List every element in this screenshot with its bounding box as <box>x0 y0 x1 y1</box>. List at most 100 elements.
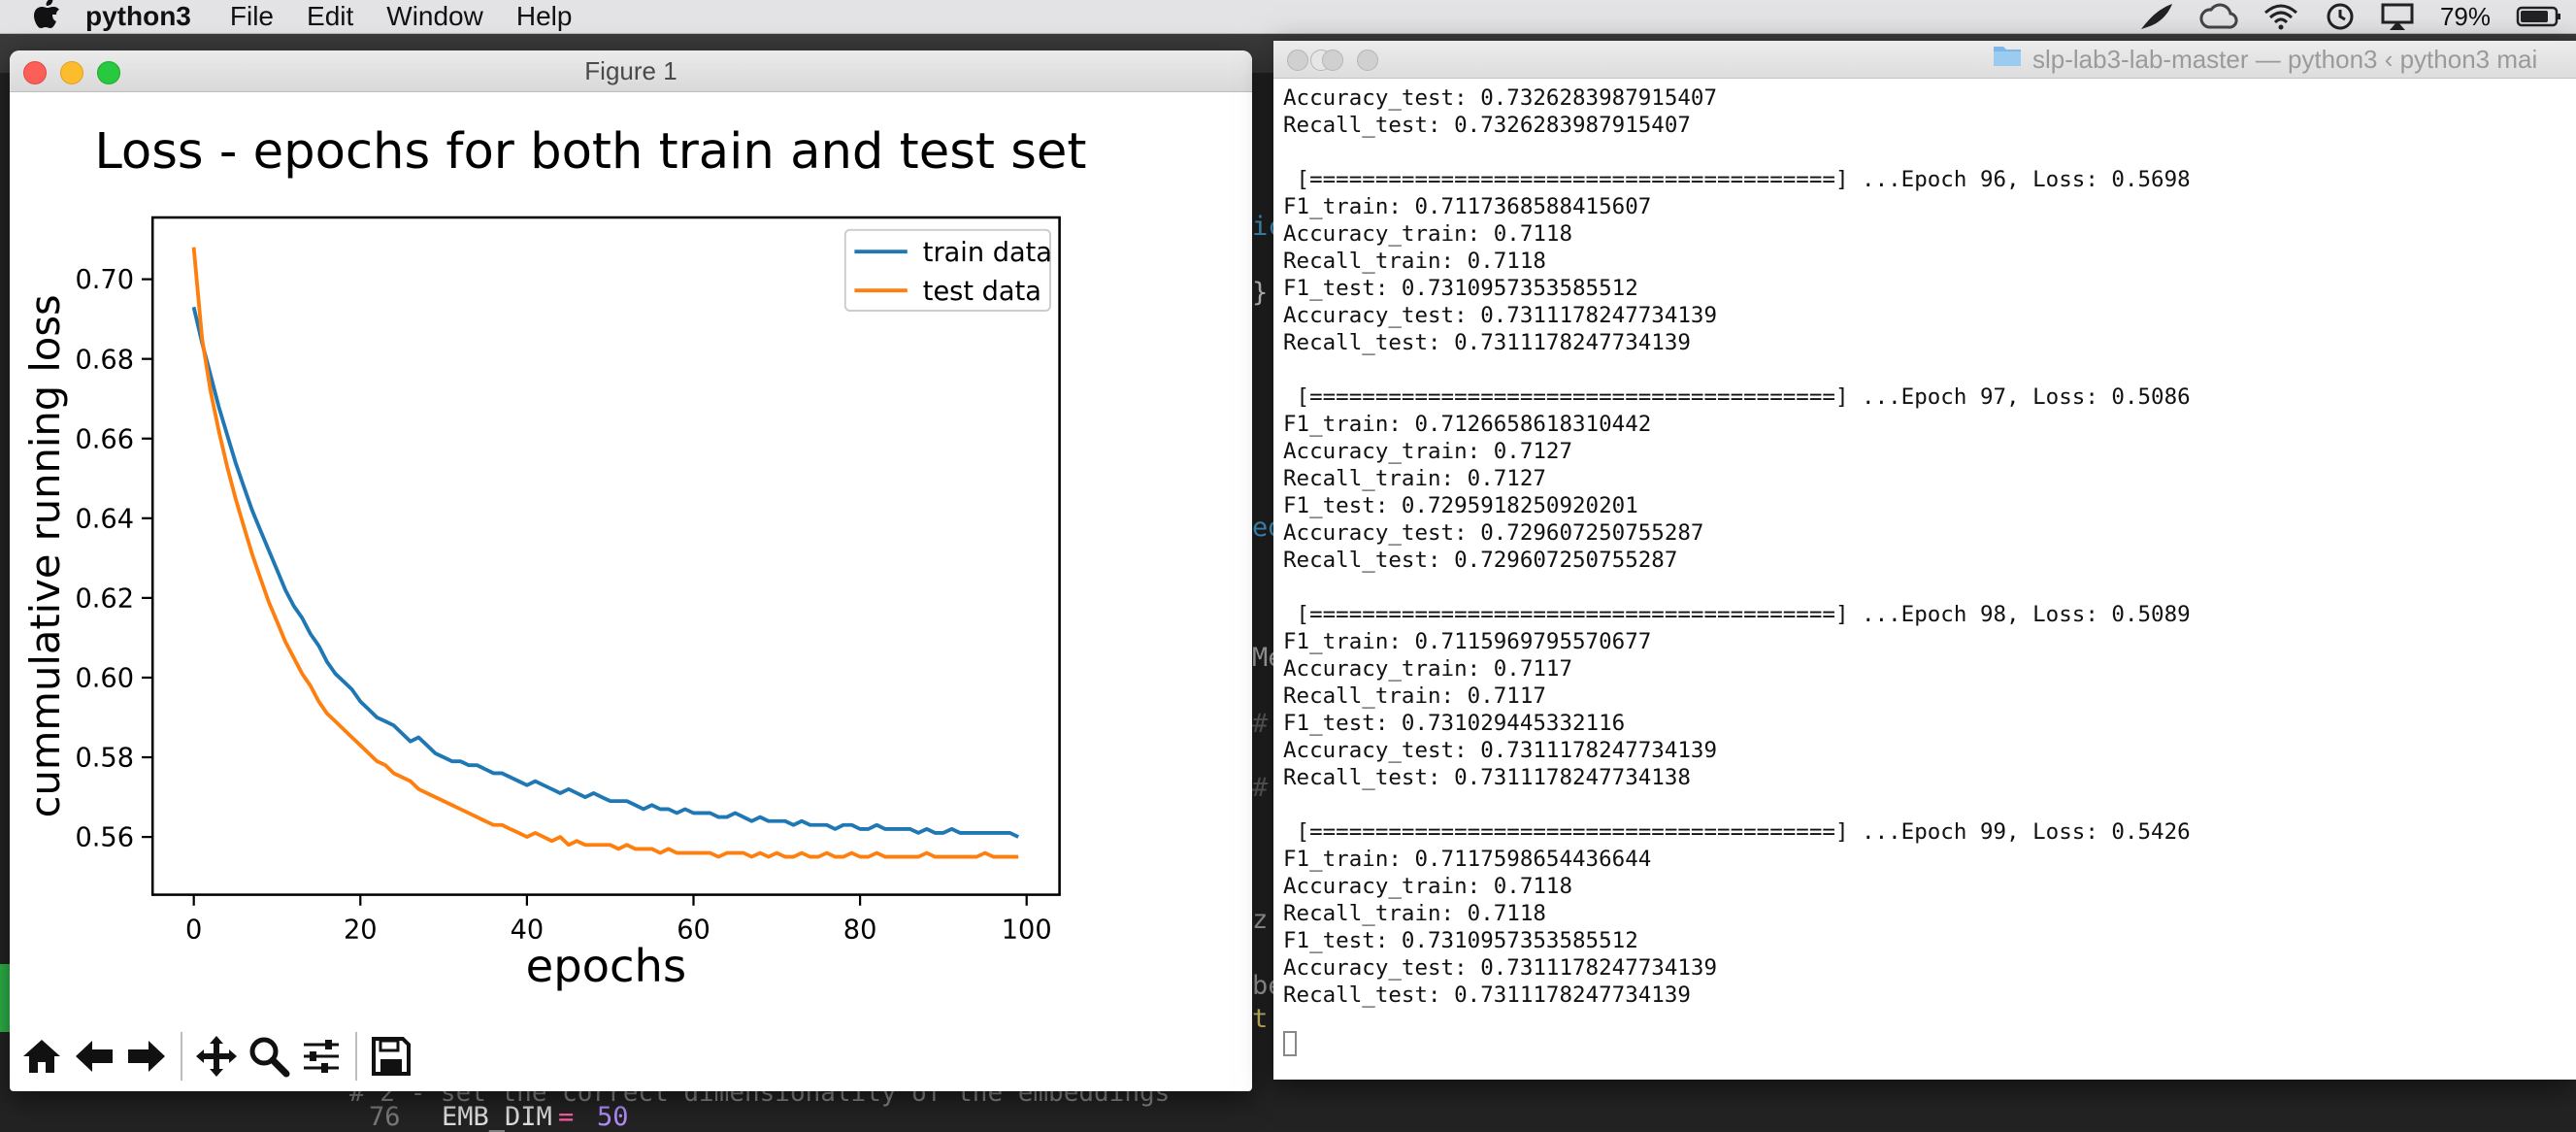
forward-icon[interactable] <box>120 1029 173 1083</box>
code-operator: = <box>558 1102 575 1132</box>
terminal-line: Recall_test: 0.7311178247734139 <box>1283 982 1691 1008</box>
terminal-line: Recall_test: 0.7326283987915407 <box>1283 113 1691 138</box>
feather-icon[interactable] <box>2139 2 2174 31</box>
back-icon[interactable] <box>68 1029 120 1083</box>
terminal-window: slp-lab3-lab-master — python3 ‹ python3 … <box>1273 41 2576 1080</box>
folder-icon <box>1992 41 2023 78</box>
airplay-icon[interactable] <box>2380 2 2415 31</box>
y-tick-label: 0.62 <box>75 583 134 614</box>
terminal-epoch-line: [=======================================… <box>1283 819 2191 845</box>
pan-icon[interactable] <box>190 1029 243 1083</box>
zoom-icon[interactable] <box>243 1029 295 1083</box>
menu-bar: python3 File Edit Window Help 79% <box>0 0 2576 34</box>
terminal-line: Recall_train: 0.7118 <box>1283 249 1546 274</box>
x-axis-label: epochs <box>526 940 686 992</box>
x-tick-label: 100 <box>1002 915 1052 945</box>
x-tick-label: 80 <box>843 915 877 945</box>
terminal-line: Recall_train: 0.7117 <box>1283 683 1546 709</box>
terminal-epoch-line: [=======================================… <box>1283 384 2191 410</box>
terminal-line: Recall_test: 0.7311178247734138 <box>1283 765 1691 790</box>
terminal-line: F1_train: 0.7115969795570677 <box>1283 629 1652 654</box>
minimize-window-button[interactable] <box>60 61 83 84</box>
terminal-epoch-line: [=======================================… <box>1283 167 2191 192</box>
terminal-line: Accuracy_test: 0.7311178247734139 <box>1283 738 1718 763</box>
minimize-window-button[interactable] <box>1322 50 1343 71</box>
close-window-button[interactable] <box>1287 50 1308 71</box>
legend-label: test data <box>923 277 1041 307</box>
terminal-line: Accuracy_train: 0.7117 <box>1283 656 1573 682</box>
train-data-line <box>191 306 1020 839</box>
y-tick-label: 0.68 <box>75 345 134 375</box>
zoom-window-button[interactable] <box>97 61 120 84</box>
terminal-line: F1_train: 0.7117368588415607 <box>1283 194 1652 219</box>
toolbar-divider <box>355 1032 357 1081</box>
home-icon[interactable] <box>16 1029 68 1083</box>
status-area: 79% <box>2139 0 2562 33</box>
app-menu[interactable]: python3 <box>85 1 191 32</box>
configure-subplots-icon[interactable] <box>295 1029 347 1083</box>
menu-window[interactable]: Window <box>386 1 483 32</box>
terminal-line: Accuracy_test: 0.7311178247734139 <box>1283 303 1718 328</box>
terminal-epoch-line: [=======================================… <box>1283 602 2191 627</box>
editor-ghost-text: } <box>1252 278 1269 308</box>
time-machine-icon[interactable] <box>2324 2 2355 31</box>
terminal-line: F1_train: 0.7117598654436644 <box>1283 847 1652 872</box>
terminal-line: F1_train: 0.7126658618310442 <box>1283 412 1652 437</box>
terminal-line: Accuracy_test: 0.729607250755287 <box>1283 520 1704 546</box>
terminal-line: F1_test: 0.7310957353585512 <box>1283 276 1638 301</box>
terminal-title: slp-lab3-lab-master — python3 ‹ python3 … <box>1992 41 2537 78</box>
battery-icon[interactable] <box>2516 5 2562 28</box>
figure-titlebar[interactable]: Figure 1 <box>10 50 1252 92</box>
y-axis-label: cummulative running loss <box>21 294 69 817</box>
apple-menu-icon[interactable] <box>33 0 64 36</box>
terminal-titlebar[interactable]: slp-lab3-lab-master — python3 ‹ python3 … <box>1273 41 2576 79</box>
menu-help[interactable]: Help <box>516 1 573 32</box>
terminal-line: Recall_test: 0.7311178247734139 <box>1283 330 1691 355</box>
y-tick-label: 0.58 <box>75 744 134 774</box>
terminal-line: Recall_train: 0.7127 <box>1283 466 1546 491</box>
terminal-line: Accuracy_train: 0.7118 <box>1283 221 1573 247</box>
battery-percent: 79% <box>2439 1 2491 31</box>
test-data-line <box>191 247 1019 859</box>
editor-ghost-text: # <box>1252 709 1269 739</box>
toolbar-divider <box>181 1032 182 1081</box>
menu-edit[interactable]: Edit <box>307 1 353 32</box>
code-number: 50 <box>597 1102 629 1132</box>
y-tick-label: 0.64 <box>75 504 134 534</box>
terminal-line: F1_test: 0.7310957353585512 <box>1283 928 1638 953</box>
terminal-line: Accuracy_test: 0.7311178247734139 <box>1283 955 1718 981</box>
wifi-icon[interactable] <box>2263 3 2298 30</box>
terminal-line: Accuracy_train: 0.7118 <box>1283 874 1573 899</box>
terminal-line: F1_test: 0.731029445332116 <box>1283 711 1626 736</box>
y-tick-label: 0.70 <box>75 265 134 295</box>
line-number: 76 <box>369 1102 401 1132</box>
close-window-button[interactable] <box>23 61 47 84</box>
terminal-line: Accuracy_train: 0.7127 <box>1283 439 1573 464</box>
save-icon[interactable] <box>365 1029 417 1083</box>
plot-toolbar <box>16 1029 417 1083</box>
terminal-line: Accuracy_test: 0.7326283987915407 <box>1283 85 1718 111</box>
figure-title: Figure 1 <box>584 56 677 85</box>
terminal-line: Recall_test: 0.729607250755287 <box>1283 548 1678 573</box>
x-tick-label: 0 <box>185 915 202 945</box>
legend-label: train data <box>923 238 1052 268</box>
terminal-cursor <box>1283 1031 1297 1056</box>
menu-file[interactable]: File <box>230 1 274 32</box>
zoom-window-button[interactable] <box>1357 50 1378 71</box>
y-tick-label: 0.60 <box>75 664 134 694</box>
editor-ghost-text: # <box>1252 773 1269 803</box>
loss-chart: Loss - epochs for both train and test se… <box>21 122 1086 992</box>
terminal-output[interactable]: Accuracy_test: 0.7326283987915407 Recall_… <box>1283 84 2564 1009</box>
plot-frame <box>150 216 1061 896</box>
terminal-line: Recall_train: 0.7118 <box>1283 901 1546 926</box>
chart-title: Loss - epochs for both train and test se… <box>94 122 1086 181</box>
terminal-title-text: slp-lab3-lab-master — python3 ‹ python3 … <box>2032 45 2538 74</box>
creative-cloud-icon[interactable] <box>2199 2 2238 31</box>
x-tick-label: 20 <box>344 915 378 945</box>
code-variable: EMB_DIM <box>442 1102 552 1132</box>
terminal-line: F1_test: 0.7295918250920201 <box>1283 493 1638 518</box>
y-tick-label: 0.66 <box>75 424 134 454</box>
